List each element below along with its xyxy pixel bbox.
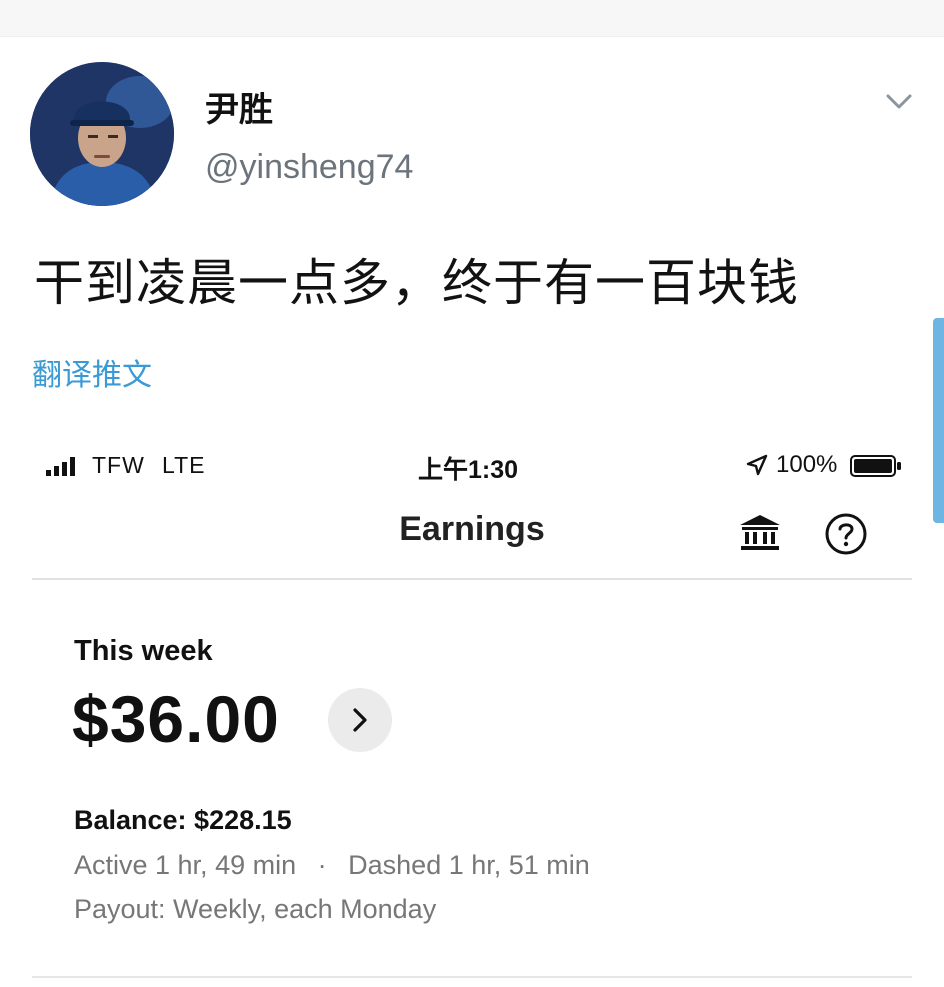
carrier-label: TFW <box>92 452 145 478</box>
status-bar: TFW LTE 上午1:30 100% <box>32 438 912 494</box>
avatar-portrait <box>30 62 174 206</box>
location-arrow-icon <box>746 454 768 476</box>
bottom-divider <box>32 976 912 978</box>
separator-dot: · <box>317 850 327 880</box>
week-amount: $36.00 <box>72 682 280 756</box>
page: 尹胜 @yinsheng74 干到凌晨一点多，终于有一百块钱 翻译推文 TFW … <box>0 0 944 987</box>
activity-line: Active 1 hr, 49 min · Dashed 1 hr, 51 mi… <box>74 850 590 881</box>
author-name[interactable]: 尹胜 <box>205 82 273 131</box>
payout-schedule: Payout: Weekly, each Monday <box>74 894 437 924</box>
translate-tweet-link[interactable]: 翻译推文 <box>32 350 152 394</box>
bank-icon[interactable] <box>738 513 782 553</box>
balance-text: Balance: $228.15 <box>74 805 292 835</box>
scrollbar[interactable] <box>933 318 944 523</box>
help-icon[interactable] <box>824 512 868 556</box>
battery-icon <box>850 455 901 477</box>
header-divider <box>32 578 912 580</box>
author-handle[interactable]: @yinsheng74 <box>205 148 413 187</box>
active-time: Active 1 hr, 49 min <box>74 850 297 880</box>
network-label: LTE <box>162 452 206 478</box>
signal-icon <box>46 457 75 476</box>
avatar[interactable] <box>30 62 174 206</box>
week-label: This week <box>74 635 213 667</box>
week-details-button[interactable] <box>328 688 392 752</box>
dashed-time: Dashed 1 hr, 51 min <box>348 850 590 880</box>
top-strip <box>0 0 944 37</box>
earnings-screenshot: TFW LTE 上午1:30 100% Earnings This week $… <box>32 438 912 987</box>
battery-percent: 100% <box>776 451 838 478</box>
status-time: 上午1:30 <box>418 456 519 484</box>
chevron-right-icon <box>353 708 367 732</box>
chevron-down-icon[interactable] <box>884 88 914 114</box>
tweet-text: 干到凌晨一点多，终于有一百块钱 <box>34 254 799 312</box>
